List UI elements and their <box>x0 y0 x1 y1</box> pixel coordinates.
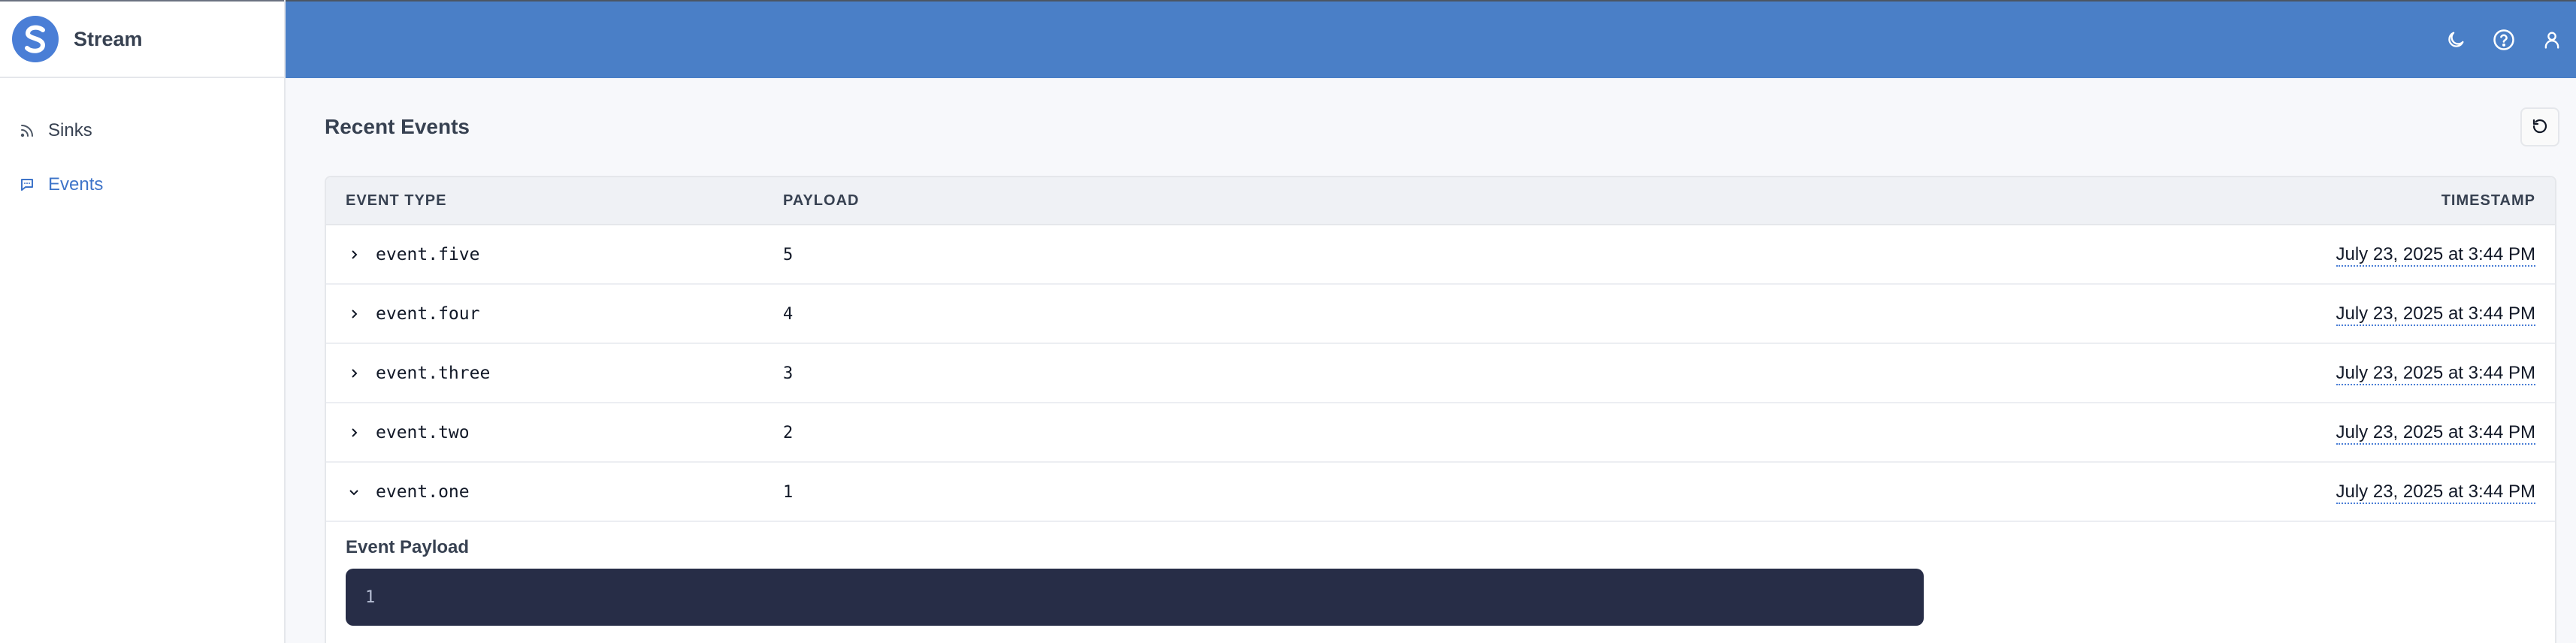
timestamp: July 23, 2025 at 3:44 PM <box>2336 421 2535 445</box>
sidebar: Stream Sinks Events <box>0 0 286 643</box>
column-header-payload: PAYLOAD <box>783 192 860 209</box>
page-title: Recent Events <box>325 115 470 138</box>
stream-logo-icon <box>12 16 59 62</box>
table-row[interactable]: event.four 4 July 23, 2025 at 3:44 PM <box>326 285 2555 344</box>
app-name: Stream <box>74 27 143 50</box>
timestamp: July 23, 2025 at 3:44 PM <box>2336 243 2535 267</box>
table-row[interactable]: event.five 5 July 23, 2025 at 3:44 PM <box>326 225 2555 285</box>
payload-value: 5 <box>783 245 794 264</box>
topbar <box>286 0 2576 78</box>
event-type: event.two <box>376 422 470 442</box>
column-header-event-type: EVENT TYPE <box>346 192 447 209</box>
timestamp: July 23, 2025 at 3:44 PM <box>2336 362 2535 385</box>
user-icon[interactable] <box>2528 16 2576 64</box>
brand[interactable]: Stream <box>0 0 284 78</box>
chevron-right-icon[interactable] <box>346 306 362 322</box>
events-table: EVENT TYPE PAYLOAD TIMESTAMP event.five … <box>325 176 2556 643</box>
timestamp: July 23, 2025 at 3:44 PM <box>2336 303 2535 326</box>
refresh-icon <box>2531 117 2549 137</box>
chevron-down-icon[interactable] <box>346 484 362 500</box>
payload-value: 2 <box>783 423 794 442</box>
refresh-button[interactable] <box>2520 107 2559 146</box>
chevron-right-icon[interactable] <box>346 424 362 441</box>
sidebar-nav: Sinks Events <box>0 78 284 212</box>
event-type: event.five <box>376 244 480 264</box>
column-header-timestamp: TIMESTAMP <box>2441 192 2535 209</box>
event-payload-panel: Event Payload 1 <box>326 522 2555 641</box>
payload-value: 3 <box>783 364 794 383</box>
table-row[interactable]: event.two 2 July 23, 2025 at 3:44 PM <box>326 403 2555 463</box>
main-content: Recent Events EVENT TYPE PAYLOAD TIMESTA… <box>325 78 2559 643</box>
code-line: 1 <box>365 587 376 607</box>
payload-value: 1 <box>783 482 794 502</box>
sidebar-item-sinks[interactable]: Sinks <box>0 104 284 158</box>
topbar-actions <box>2432 2 2576 78</box>
sidebar-item-label: Events <box>48 174 104 195</box>
chevron-right-icon[interactable] <box>346 365 362 382</box>
event-payload-label: Event Payload <box>346 537 470 557</box>
sidebar-item-label: Sinks <box>48 120 92 140</box>
chevron-right-icon[interactable] <box>346 246 362 263</box>
event-type: event.one <box>376 481 470 502</box>
section-header: Recent Events <box>325 78 2559 176</box>
table-header: EVENT TYPE PAYLOAD TIMESTAMP <box>326 177 2555 225</box>
event-type: event.four <box>376 303 480 324</box>
moon-icon[interactable] <box>2432 16 2480 64</box>
table-row[interactable]: event.one 1 July 23, 2025 at 3:44 PM <box>326 463 2555 522</box>
rss-icon <box>20 122 38 140</box>
message-icon <box>20 176 38 194</box>
timestamp: July 23, 2025 at 3:44 PM <box>2336 481 2535 504</box>
sidebar-item-events[interactable]: Events <box>0 158 284 212</box>
table-row[interactable]: event.three 3 July 23, 2025 at 3:44 PM <box>326 344 2555 403</box>
payload-value: 4 <box>783 304 794 324</box>
payload-code-block[interactable]: 1 <box>346 569 1924 626</box>
help-circle-icon[interactable] <box>2480 16 2528 64</box>
event-type: event.three <box>376 363 491 383</box>
